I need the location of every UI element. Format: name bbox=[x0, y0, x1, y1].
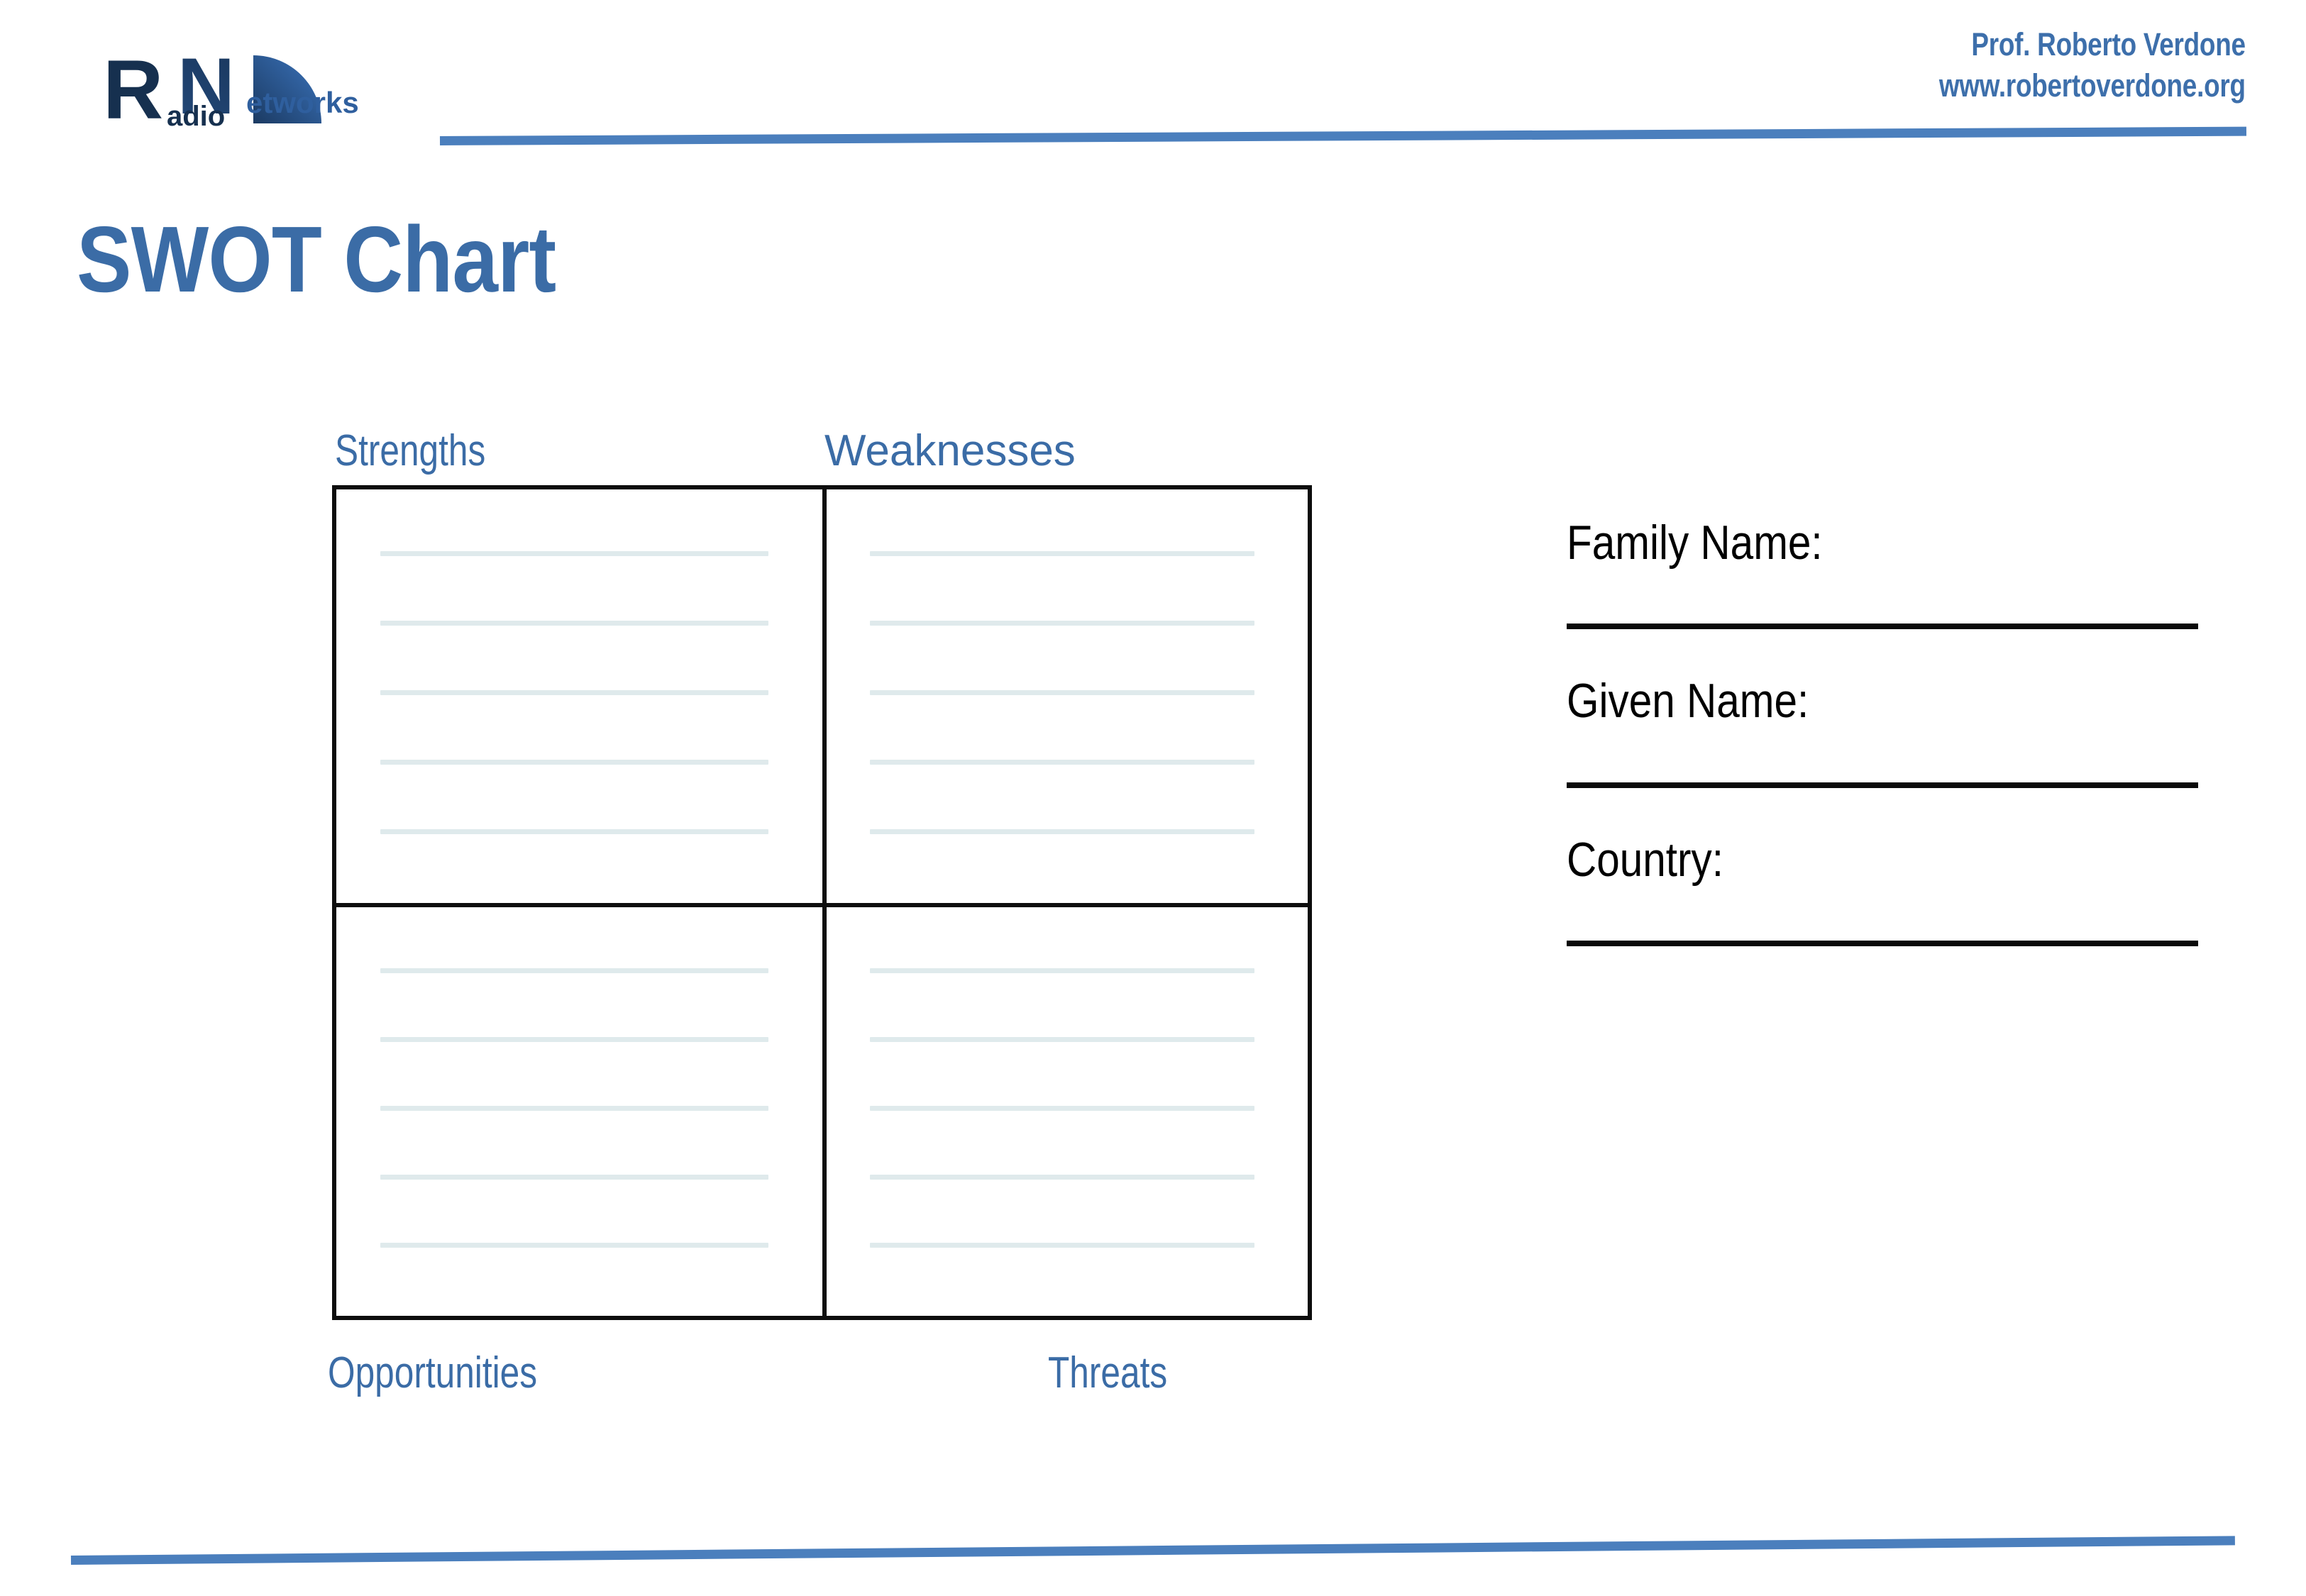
radio-networks-logo: R N adio etworks bbox=[67, 39, 408, 137]
swot-rule-line bbox=[869, 829, 1255, 834]
swot-rule-line bbox=[380, 621, 769, 626]
swot-quadrant-grid bbox=[336, 489, 1308, 1316]
header-author: Prof. Roberto Verdone bbox=[1971, 26, 2246, 62]
form-input-family-name[interactable] bbox=[1567, 624, 2198, 630]
swot-rule-line bbox=[869, 759, 1255, 765]
swot-label-opportunities: Opportunities bbox=[328, 1348, 538, 1397]
form-field-given-name: Given Name: bbox=[1567, 674, 2209, 788]
footer-divider-bar bbox=[70, 1536, 2235, 1565]
form-input-country[interactable] bbox=[1567, 941, 2198, 947]
header-credits: Prof. Roberto Verdone www.robertoverdone… bbox=[1939, 24, 2246, 106]
swot-rule-line bbox=[380, 690, 769, 696]
swot-rule-line bbox=[380, 759, 769, 765]
page-title: SWOT Chart bbox=[77, 207, 556, 311]
swot-quadrant-strengths[interactable] bbox=[336, 489, 822, 903]
swot-label-weaknesses: Weaknesses bbox=[824, 426, 1076, 475]
slide-canvas: R N adio etworks Prof. Roberto Verdone w… bbox=[0, 0, 2306, 1596]
swot-rule-line bbox=[869, 1174, 1255, 1180]
swot-rule-line bbox=[380, 551, 769, 557]
swot-rule-line bbox=[380, 1243, 769, 1248]
swot-quadrant-opportunities[interactable] bbox=[336, 902, 822, 1317]
header-divider-bar bbox=[439, 126, 2246, 145]
swot-rule-line bbox=[869, 1243, 1255, 1248]
form-label-family-name: Family Name: bbox=[1567, 516, 1823, 570]
form-label-given-name: Given Name: bbox=[1567, 674, 1809, 728]
form-label-country: Country: bbox=[1567, 832, 1724, 887]
form-input-given-name[interactable] bbox=[1567, 782, 2198, 788]
swot-rule-line bbox=[869, 1036, 1255, 1042]
svg-text:R: R bbox=[103, 43, 163, 128]
swot-rule-line bbox=[869, 690, 1255, 696]
swot-quadrant-threats[interactable] bbox=[822, 902, 1308, 1316]
swot-label-threats: Threats bbox=[1048, 1348, 1168, 1397]
svg-text:adio: adio bbox=[167, 101, 225, 128]
swot-rule-line bbox=[380, 1105, 769, 1111]
participant-details-form: Family Name: Given Name: Country: bbox=[1567, 516, 2209, 993]
swot-label-strengths: Strengths bbox=[335, 426, 486, 475]
swot-box-outline bbox=[332, 485, 1312, 1320]
swot-rule-line bbox=[380, 1174, 769, 1180]
swot-rule-line bbox=[869, 1105, 1255, 1111]
header-website[interactable]: www.robertoverdone.org bbox=[1939, 65, 2246, 106]
swot-rule-line bbox=[869, 968, 1255, 973]
form-field-family-name: Family Name: bbox=[1567, 516, 2209, 630]
svg-text:etworks: etworks bbox=[246, 86, 359, 119]
swot-rule-line bbox=[380, 1036, 769, 1042]
swot-rule-line bbox=[380, 829, 769, 834]
swot-quadrant-weaknesses[interactable] bbox=[822, 489, 1308, 903]
swot-rule-line bbox=[869, 551, 1255, 557]
swot-rule-line bbox=[869, 621, 1255, 626]
swot-rule-line bbox=[380, 968, 769, 973]
swot-matrix: Strengths Weaknesses Opportunities Threa… bbox=[328, 426, 1314, 1433]
form-field-country: Country: bbox=[1567, 832, 2209, 947]
